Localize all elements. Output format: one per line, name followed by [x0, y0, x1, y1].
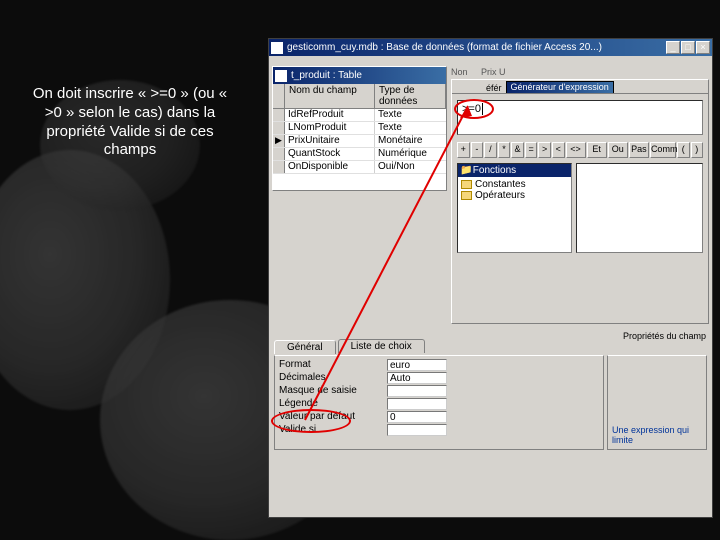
- property-row[interactable]: Valide si: [277, 423, 601, 436]
- op-button[interactable]: <: [552, 142, 565, 158]
- tree-detail[interactable]: [576, 163, 703, 253]
- property-hint: Une expression qui limite: [607, 355, 707, 450]
- main-title: gesticomm_cuy.mdb : Base de données (for…: [287, 42, 666, 53]
- field-row[interactable]: IdRefProduitTexte: [273, 109, 446, 122]
- op-button[interactable]: Et: [587, 142, 607, 158]
- folder-icon: [461, 180, 472, 189]
- expression-builder-pane: éfér Générateur d'expression >=0 +-/*&=>…: [451, 79, 709, 324]
- section-label: Propriétés du champ: [623, 331, 706, 341]
- op-button[interactable]: Ou: [608, 142, 628, 158]
- tab-general[interactable]: Général: [274, 340, 336, 354]
- instruction-annotation: On doit inscrire « >=0 » (ou « >0 » selo…: [30, 85, 230, 160]
- tab-expression-builder[interactable]: Générateur d'expression: [506, 81, 614, 93]
- op-button[interactable]: &: [511, 142, 524, 158]
- operator-toolbar: +-/*&=><<>EtOuPasComme(): [457, 142, 703, 158]
- op-button[interactable]: Pas: [629, 142, 649, 158]
- property-row[interactable]: Légende: [277, 397, 601, 410]
- op-button[interactable]: >: [538, 142, 551, 158]
- tree-item[interactable]: Opérateurs: [460, 190, 569, 201]
- close-button[interactable]: ×: [696, 41, 710, 54]
- op-button[interactable]: +: [457, 142, 470, 158]
- op-button[interactable]: /: [484, 142, 497, 158]
- expression-value: >=0: [462, 103, 481, 115]
- minimize-button[interactable]: _: [666, 41, 680, 54]
- op-button[interactable]: *: [498, 142, 511, 158]
- property-row[interactable]: Valeur par défaut0: [277, 410, 601, 423]
- op-button[interactable]: (: [677, 142, 690, 158]
- op-button[interactable]: =: [525, 142, 538, 158]
- table-titlebar: t_produit : Table: [273, 67, 446, 84]
- tree-header: 📁 Fonctions: [458, 164, 571, 177]
- property-row[interactable]: DécimalesAuto: [277, 371, 601, 384]
- table-icon: [275, 70, 287, 82]
- op-button[interactable]: -: [471, 142, 484, 158]
- col-field-type: Type de données: [375, 84, 446, 108]
- expression-input[interactable]: >=0: [457, 100, 703, 135]
- col-field-name: Nom du champ: [285, 84, 375, 108]
- tab-list[interactable]: Liste de choix: [338, 339, 425, 353]
- field-properties: FormateuroDécimalesAutoMasque de saisieL…: [274, 355, 604, 450]
- field-row[interactable]: ▶PrixUnitaireMonétaire: [273, 135, 446, 148]
- op-button[interactable]: <>: [566, 142, 586, 158]
- property-tabs: Général Liste de choix: [274, 339, 427, 353]
- field-row[interactable]: QuantStockNumérique: [273, 148, 446, 161]
- main-titlebar: gesticomm_cuy.mdb : Base de données (for…: [269, 39, 712, 56]
- field-row[interactable]: OnDisponibleOui/Non: [273, 161, 446, 174]
- op-button[interactable]: ): [691, 142, 704, 158]
- function-tree[interactable]: 📁 Fonctions ConstantesOpérateurs: [457, 163, 572, 253]
- field-row[interactable]: LNomProduitTexte: [273, 122, 446, 135]
- table-design-window: t_produit : Table Nom du champ Type de d…: [272, 66, 447, 191]
- field-grid: Nom du champ Type de données IdRefProdui…: [273, 84, 446, 190]
- property-row[interactable]: Masque de saisie: [277, 384, 601, 397]
- tab-prefix: éfér: [482, 83, 506, 93]
- app-icon: [271, 42, 283, 54]
- table-title: t_produit : Table: [291, 70, 444, 81]
- folder-icon: [461, 191, 472, 200]
- tree-item[interactable]: Constantes: [460, 179, 569, 190]
- op-button[interactable]: Comme: [650, 142, 676, 158]
- maximize-button[interactable]: □: [681, 41, 695, 54]
- property-row[interactable]: Formateuro: [277, 358, 601, 371]
- access-main-window: gesticomm_cuy.mdb : Base de données (for…: [268, 38, 713, 518]
